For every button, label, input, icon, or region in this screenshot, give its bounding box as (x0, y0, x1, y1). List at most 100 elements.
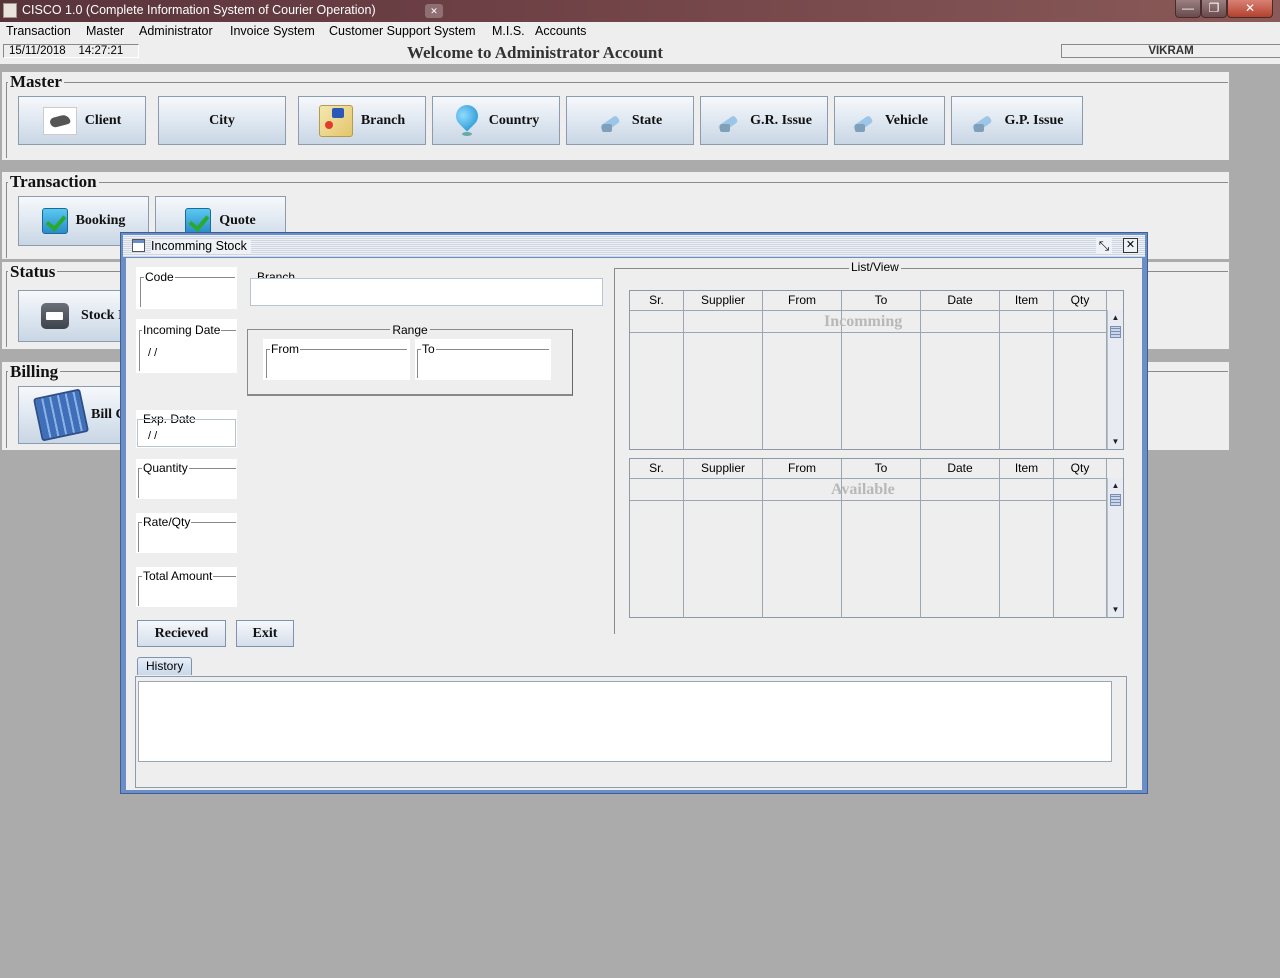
window-title-bar: CISCO 1.0 (Complete Information System o… (0, 0, 1280, 22)
exp-date-field[interactable]: Exp. Date / / (136, 410, 237, 448)
col-divider (841, 478, 842, 618)
stock-button-label: Stock I (81, 308, 124, 323)
total-amount-label: Total Amount (142, 569, 214, 583)
incoming-date-field[interactable]: Incoming Date / / (136, 319, 237, 373)
master-group-line (6, 82, 1228, 83)
dialog-close-icon[interactable]: ✕ (1123, 238, 1138, 253)
menu-transaction[interactable]: Transaction (6, 24, 71, 38)
exit-button[interactable]: Exit (236, 620, 294, 647)
menu-master[interactable]: Master (86, 24, 124, 38)
restore-icon[interactable]: ⤡ (1096, 238, 1112, 254)
code-field[interactable]: Code (136, 267, 237, 309)
range-to-field[interactable]: To (415, 339, 551, 380)
listview-label: List/View (849, 260, 901, 274)
billing-group-label: Billing (8, 362, 61, 382)
status-group-label: Status (8, 262, 58, 282)
history-panel (135, 676, 1127, 788)
scroll-down-icon[interactable]: ▼ (1110, 436, 1121, 447)
handshake-icon (42, 106, 77, 135)
branch-button[interactable]: Branch (298, 96, 426, 145)
vehicle-button-label: Vehicle (884, 112, 929, 128)
datetime-display: 15/11/2018 14:27:21 (3, 44, 139, 58)
col-item[interactable]: Item (1000, 291, 1054, 310)
booking-button-label: Booking (75, 213, 126, 228)
menu-administrator[interactable]: Administrator (139, 24, 213, 38)
branch-button-label: Branch (360, 112, 406, 128)
col-from[interactable]: From (763, 459, 842, 478)
client-button[interactable]: Client (18, 96, 146, 145)
col-divider (1053, 310, 1054, 450)
available-table[interactable]: Sr. Supplier From To Date Item Qty Avail… (629, 458, 1124, 618)
gp-issue-button[interactable]: G.P. Issue (951, 96, 1083, 145)
scroll-up-icon[interactable]: ▲ (1110, 312, 1121, 323)
location-pin-icon (453, 105, 481, 137)
minimize-button[interactable]: — (1175, 0, 1201, 18)
country-button[interactable]: Country (432, 96, 560, 145)
master-group-edge (6, 82, 7, 158)
available-table-scrollbar[interactable]: ▲ ▼ (1107, 478, 1123, 617)
col-supplier[interactable]: Supplier (684, 459, 763, 478)
history-tab[interactable]: History (137, 657, 193, 675)
col-sr[interactable]: Sr. (630, 291, 684, 310)
close-button[interactable]: ✕ (1227, 0, 1273, 18)
col-to[interactable]: To (842, 459, 921, 478)
menu-accounts[interactable]: Accounts (535, 24, 586, 38)
row-divider (630, 332, 1107, 333)
col-divider (683, 478, 684, 618)
col-date[interactable]: Date (921, 459, 1000, 478)
col-divider (762, 478, 763, 618)
range-group: Range From To (247, 323, 573, 396)
history-text-area[interactable] (138, 681, 1112, 762)
dialog-title-bar[interactable]: Incomming Stock ⤡ ✕ (123, 235, 1145, 257)
range-from-field[interactable]: From (263, 339, 410, 380)
menu-customer-support-system[interactable]: Customer Support System (329, 24, 476, 38)
state-button[interactable]: State (566, 96, 694, 145)
received-button[interactable]: Recieved (137, 620, 226, 647)
col-from[interactable]: From (763, 291, 842, 310)
col-to[interactable]: To (842, 291, 921, 310)
maximize-button[interactable]: ❐ (1201, 0, 1227, 18)
scroll-down-icon[interactable]: ▼ (1110, 604, 1121, 615)
app-icon (3, 3, 17, 18)
col-date[interactable]: Date (921, 291, 1000, 310)
gr-issue-button[interactable]: G.R. Issue (700, 96, 828, 145)
col-sr[interactable]: Sr. (630, 459, 684, 478)
range-from-label: From (270, 342, 300, 356)
scroll-thumb[interactable] (1110, 494, 1121, 506)
date-text: 15/11/2018 (9, 45, 66, 57)
incoming-table-scrollbar[interactable]: ▲ ▼ (1107, 310, 1123, 449)
total-amount-field[interactable]: Total Amount (136, 567, 237, 607)
col-supplier[interactable]: Supplier (684, 291, 763, 310)
col-divider (999, 478, 1000, 618)
col-divider (841, 310, 842, 450)
quantity-field[interactable]: Quantity (136, 459, 237, 499)
checkbox-icon (185, 208, 212, 234)
available-watermark: Available (831, 481, 895, 498)
city-button[interactable]: City (158, 96, 286, 145)
state-button-label: State (631, 112, 663, 128)
incoming-table[interactable]: Sr. Supplier From To Date Item Qty Incom… (629, 290, 1124, 450)
col-qty[interactable]: Qty (1054, 459, 1107, 478)
quantity-label: Quantity (142, 461, 189, 475)
col-divider (683, 310, 684, 450)
menu-invoice-system[interactable]: Invoice System (230, 24, 315, 38)
scroll-up-icon[interactable]: ▲ (1110, 480, 1121, 491)
range-label: Range (248, 323, 572, 337)
col-item[interactable]: Item (1000, 459, 1054, 478)
transaction-group-line (6, 182, 1228, 183)
time-text: 14:27:21 (78, 45, 124, 57)
scroll-thumb[interactable] (1110, 326, 1121, 338)
col-divider (920, 478, 921, 618)
col-divider (999, 310, 1000, 450)
branch-input[interactable] (250, 278, 603, 306)
incoming-date-label: Incoming Date (142, 323, 222, 337)
col-qty[interactable]: Qty (1054, 291, 1107, 310)
edit-pen-icon (716, 110, 742, 132)
quote-button-label: Quote (219, 213, 256, 228)
menu-mis[interactable]: M.I.S. (492, 24, 525, 38)
dialog-title: Incomming Stock (151, 239, 251, 253)
range-to-border (417, 349, 549, 378)
incoming-watermark: Incomming (824, 313, 903, 330)
vehicle-button[interactable]: Vehicle (834, 96, 945, 145)
rate-qty-field[interactable]: Rate/Qty (136, 513, 237, 553)
